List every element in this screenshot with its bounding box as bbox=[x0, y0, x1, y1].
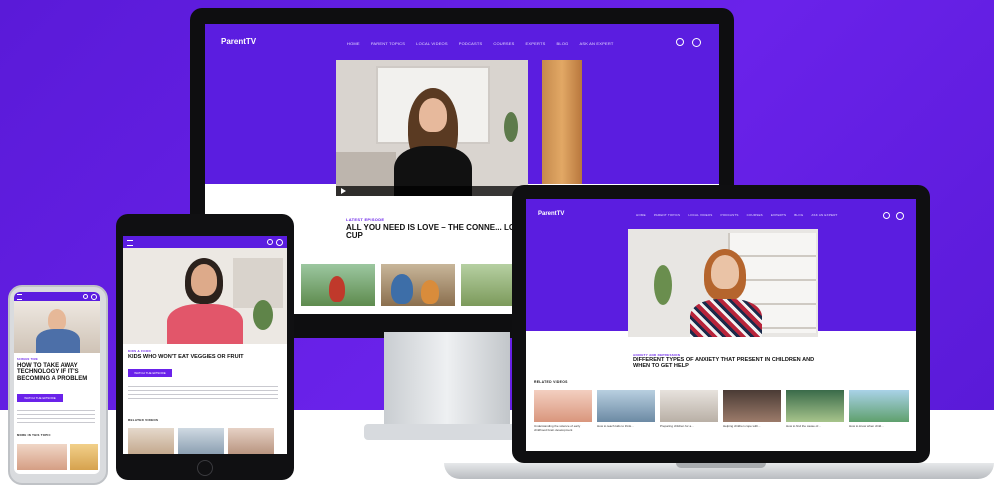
phone-title: HOW TO TAKE AWAY TECHNOLOGY IF IT'S BECO… bbox=[17, 363, 88, 382]
video-thumb-1[interactable] bbox=[301, 264, 375, 306]
laptop-video-player[interactable] bbox=[628, 229, 818, 337]
phone-screen: SCREEN TIME HOW TO TAKE AWAY TECHNOLOGY … bbox=[14, 292, 100, 474]
nav-courses[interactable]: COURSES bbox=[747, 213, 763, 217]
laptop-related-heading: RELATED VIDEOS bbox=[534, 380, 568, 384]
account-icon[interactable] bbox=[692, 38, 701, 47]
nav-blog[interactable]: BLOG bbox=[794, 213, 803, 217]
search-icon[interactable] bbox=[676, 38, 684, 46]
tablet-thumb-1[interactable] bbox=[128, 428, 174, 454]
laptop-nav: HOME PARENT TOPICS LOCAL VIDEOS PODCASTS… bbox=[636, 213, 838, 217]
nav-podcasts[interactable]: PODCASTS bbox=[459, 41, 483, 46]
phone-thumb-1[interactable] bbox=[17, 444, 67, 470]
laptop-logo[interactable]: ParentTV bbox=[538, 211, 564, 217]
presenter-body bbox=[36, 329, 80, 353]
plant bbox=[504, 112, 518, 142]
phone-watch-button[interactable]: WATCH THE EPISODE bbox=[17, 394, 63, 402]
presenter-face bbox=[191, 264, 217, 296]
related-caption-5[interactable]: How to find the cause of... bbox=[786, 424, 844, 429]
play-icon[interactable] bbox=[341, 188, 346, 194]
plant bbox=[253, 300, 273, 330]
tablet-related-heading: RELATED VIDEOS bbox=[128, 418, 159, 422]
nav-home[interactable]: HOME bbox=[347, 41, 360, 46]
tablet-thumb-3[interactable] bbox=[228, 428, 274, 454]
presenter-body bbox=[690, 299, 762, 337]
desktop-stand bbox=[384, 332, 510, 424]
phone-kicker: SCREEN TIME bbox=[17, 358, 39, 361]
related-caption-3[interactable]: Preparing children for a... bbox=[660, 424, 718, 429]
nav-ask-expert[interactable]: ASK AN EXPERT bbox=[811, 213, 837, 217]
tablet-nav bbox=[123, 236, 287, 248]
related-thumb-5[interactable] bbox=[786, 390, 844, 422]
desktop-logo[interactable]: ParentTV bbox=[221, 37, 256, 46]
search-icon[interactable] bbox=[883, 212, 890, 219]
account-icon[interactable] bbox=[896, 212, 904, 220]
tablet-home-button[interactable] bbox=[197, 460, 213, 476]
phone-video[interactable] bbox=[14, 301, 100, 353]
desktop-kicker: LATEST EPISODE bbox=[346, 217, 385, 222]
tablet-title: KIDS WHO WON'T EAT VEGGIES OR FRUIT bbox=[128, 354, 244, 360]
nav-courses[interactable]: COURSES bbox=[493, 41, 514, 46]
presenter-face bbox=[711, 255, 739, 289]
search-icon[interactable] bbox=[267, 239, 273, 245]
phone-more-heading: MORE IN THIS TOPIC bbox=[17, 433, 51, 437]
curtain bbox=[542, 60, 582, 184]
presenter-body bbox=[167, 304, 243, 344]
desktop-video-player[interactable] bbox=[336, 60, 528, 196]
tablet-kicker: KIDS & FOOD bbox=[128, 349, 151, 353]
menu-icon[interactable] bbox=[127, 240, 133, 246]
video-thumb-2[interactable] bbox=[381, 264, 455, 306]
tablet-watch-button[interactable]: WATCH THE EPISODE bbox=[128, 369, 172, 377]
tablet-thumb-2[interactable] bbox=[178, 428, 224, 454]
laptop-notch bbox=[676, 463, 766, 468]
tablet-screen: KIDS & FOOD KIDS WHO WON'T EAT VEGGIES O… bbox=[123, 236, 287, 454]
desktop-title: ALL YOU NEED IS LOVE – THE CONNE... LOVE… bbox=[346, 223, 526, 241]
related-thumb-2[interactable] bbox=[597, 390, 655, 422]
laptop-screen: ParentTV HOME PARENT TOPICS LOCAL VIDEOS… bbox=[526, 199, 916, 451]
laptop-title: DIFFERENT TYPES OF ANXIETY THAT PRESENT … bbox=[633, 357, 815, 369]
presenter-face bbox=[419, 98, 447, 132]
related-thumb-3[interactable] bbox=[660, 390, 718, 422]
related-thumb-1[interactable] bbox=[534, 390, 592, 422]
nav-blog[interactable]: BLOG bbox=[557, 41, 569, 46]
video-thumb-3[interactable] bbox=[461, 264, 519, 306]
account-icon[interactable] bbox=[91, 294, 97, 300]
account-icon[interactable] bbox=[276, 239, 283, 246]
phone-thumb-2[interactable] bbox=[70, 444, 98, 470]
menu-icon[interactable] bbox=[17, 294, 22, 300]
nav-experts[interactable]: EXPERTS bbox=[526, 41, 546, 46]
nav-local-videos[interactable]: LOCAL VIDEOS bbox=[688, 213, 712, 217]
presenter-face bbox=[48, 309, 66, 331]
related-caption-4[interactable]: Helping children cope with... bbox=[723, 424, 781, 429]
search-icon[interactable] bbox=[83, 294, 88, 299]
nav-ask-expert[interactable]: ASK AN EXPERT bbox=[579, 41, 613, 46]
tablet-video[interactable] bbox=[123, 248, 287, 344]
nav-local-videos[interactable]: LOCAL VIDEOS bbox=[416, 41, 448, 46]
nav-parent-topics[interactable]: PARENT TOPICS bbox=[654, 213, 680, 217]
nav-parent-topics[interactable]: PARENT TOPICS bbox=[371, 41, 405, 46]
related-thumb-4[interactable] bbox=[723, 390, 781, 422]
plant-left bbox=[654, 265, 672, 305]
nav-podcasts[interactable]: PODCASTS bbox=[721, 213, 739, 217]
nav-home[interactable]: HOME bbox=[636, 213, 646, 217]
related-caption-2[interactable]: How to teach kids to think... bbox=[597, 424, 655, 429]
video-controls-bar bbox=[336, 186, 528, 196]
desktop-base bbox=[364, 424, 530, 440]
tablet-body-text bbox=[128, 386, 278, 402]
desktop-nav: HOME PARENT TOPICS LOCAL VIDEOS PODCASTS… bbox=[347, 41, 614, 46]
related-caption-6[interactable]: How to know when child... bbox=[849, 424, 909, 429]
nav-experts[interactable]: EXPERTS bbox=[771, 213, 786, 217]
related-caption-1[interactable]: Understanding the science of early child… bbox=[534, 424, 592, 432]
phone-body-text bbox=[17, 410, 95, 424]
related-thumb-6[interactable] bbox=[849, 390, 909, 422]
